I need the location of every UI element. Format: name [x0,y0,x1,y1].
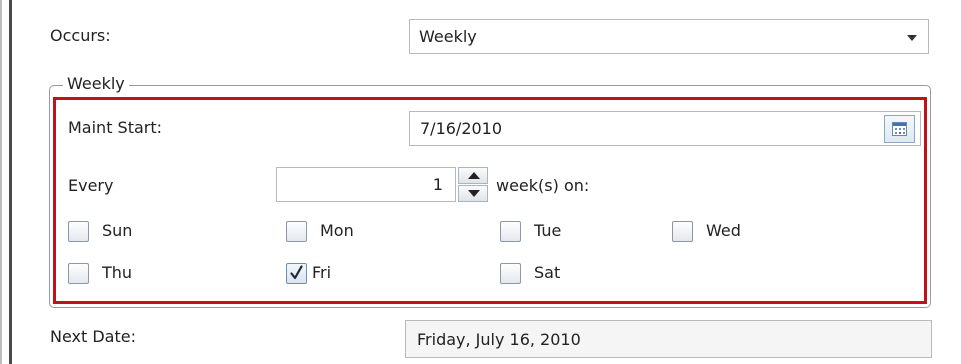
checkbox-tue[interactable] [500,221,521,242]
checkbox-sun[interactable] [68,221,89,242]
chevron-down-icon [907,35,917,41]
occurs-dropdown[interactable]: Weekly [409,19,929,54]
every-weeks-input[interactable]: 1 [276,167,456,202]
arrow-down-icon [468,190,480,197]
checkbox-sat[interactable] [500,263,521,284]
every-weeks-stepper [458,167,488,202]
weekly-group-legend: Weekly [63,74,129,94]
decrement-button[interactable] [458,185,488,202]
arrow-up-icon [468,172,480,179]
next-date-label: Next Date: [50,327,136,346]
window-edge [0,0,2,364]
checkbox-mon[interactable] [286,221,307,242]
occurs-value: Weekly [419,27,477,46]
increment-button[interactable] [458,167,488,184]
calendar-button[interactable] [884,115,915,143]
occurs-label: Occurs: [50,26,111,45]
checkbox-thu-label: Thu [102,263,133,282]
checkbox-sun-label: Sun [102,221,133,240]
checkbox-thu[interactable] [68,263,89,284]
window-edge-dark [9,0,12,364]
maint-start-date-input[interactable]: 7/16/2010 [409,111,921,146]
checkbox-mon-label: Mon [320,221,354,240]
every-label: Every [68,176,114,195]
checkbox-sat-label: Sat [534,263,561,282]
maint-start-label: Maint Start: [68,118,163,137]
checkbox-tue-label: Tue [534,221,562,240]
checkbox-wed-label: Wed [706,221,741,240]
checkbox-fri[interactable] [286,263,307,284]
maint-start-value: 7/16/2010 [420,119,503,138]
next-date-value: Friday, July 16, 2010 [417,330,581,349]
next-date-field: Friday, July 16, 2010 [405,320,932,358]
checkbox-fri-label: Fri [312,263,332,282]
calendar-icon [892,122,907,136]
checkmark-icon [290,265,303,280]
every-weeks-value: 1 [432,175,443,194]
checkbox-wed[interactable] [672,221,693,242]
weeks-on-label: week(s) on: [496,176,590,195]
